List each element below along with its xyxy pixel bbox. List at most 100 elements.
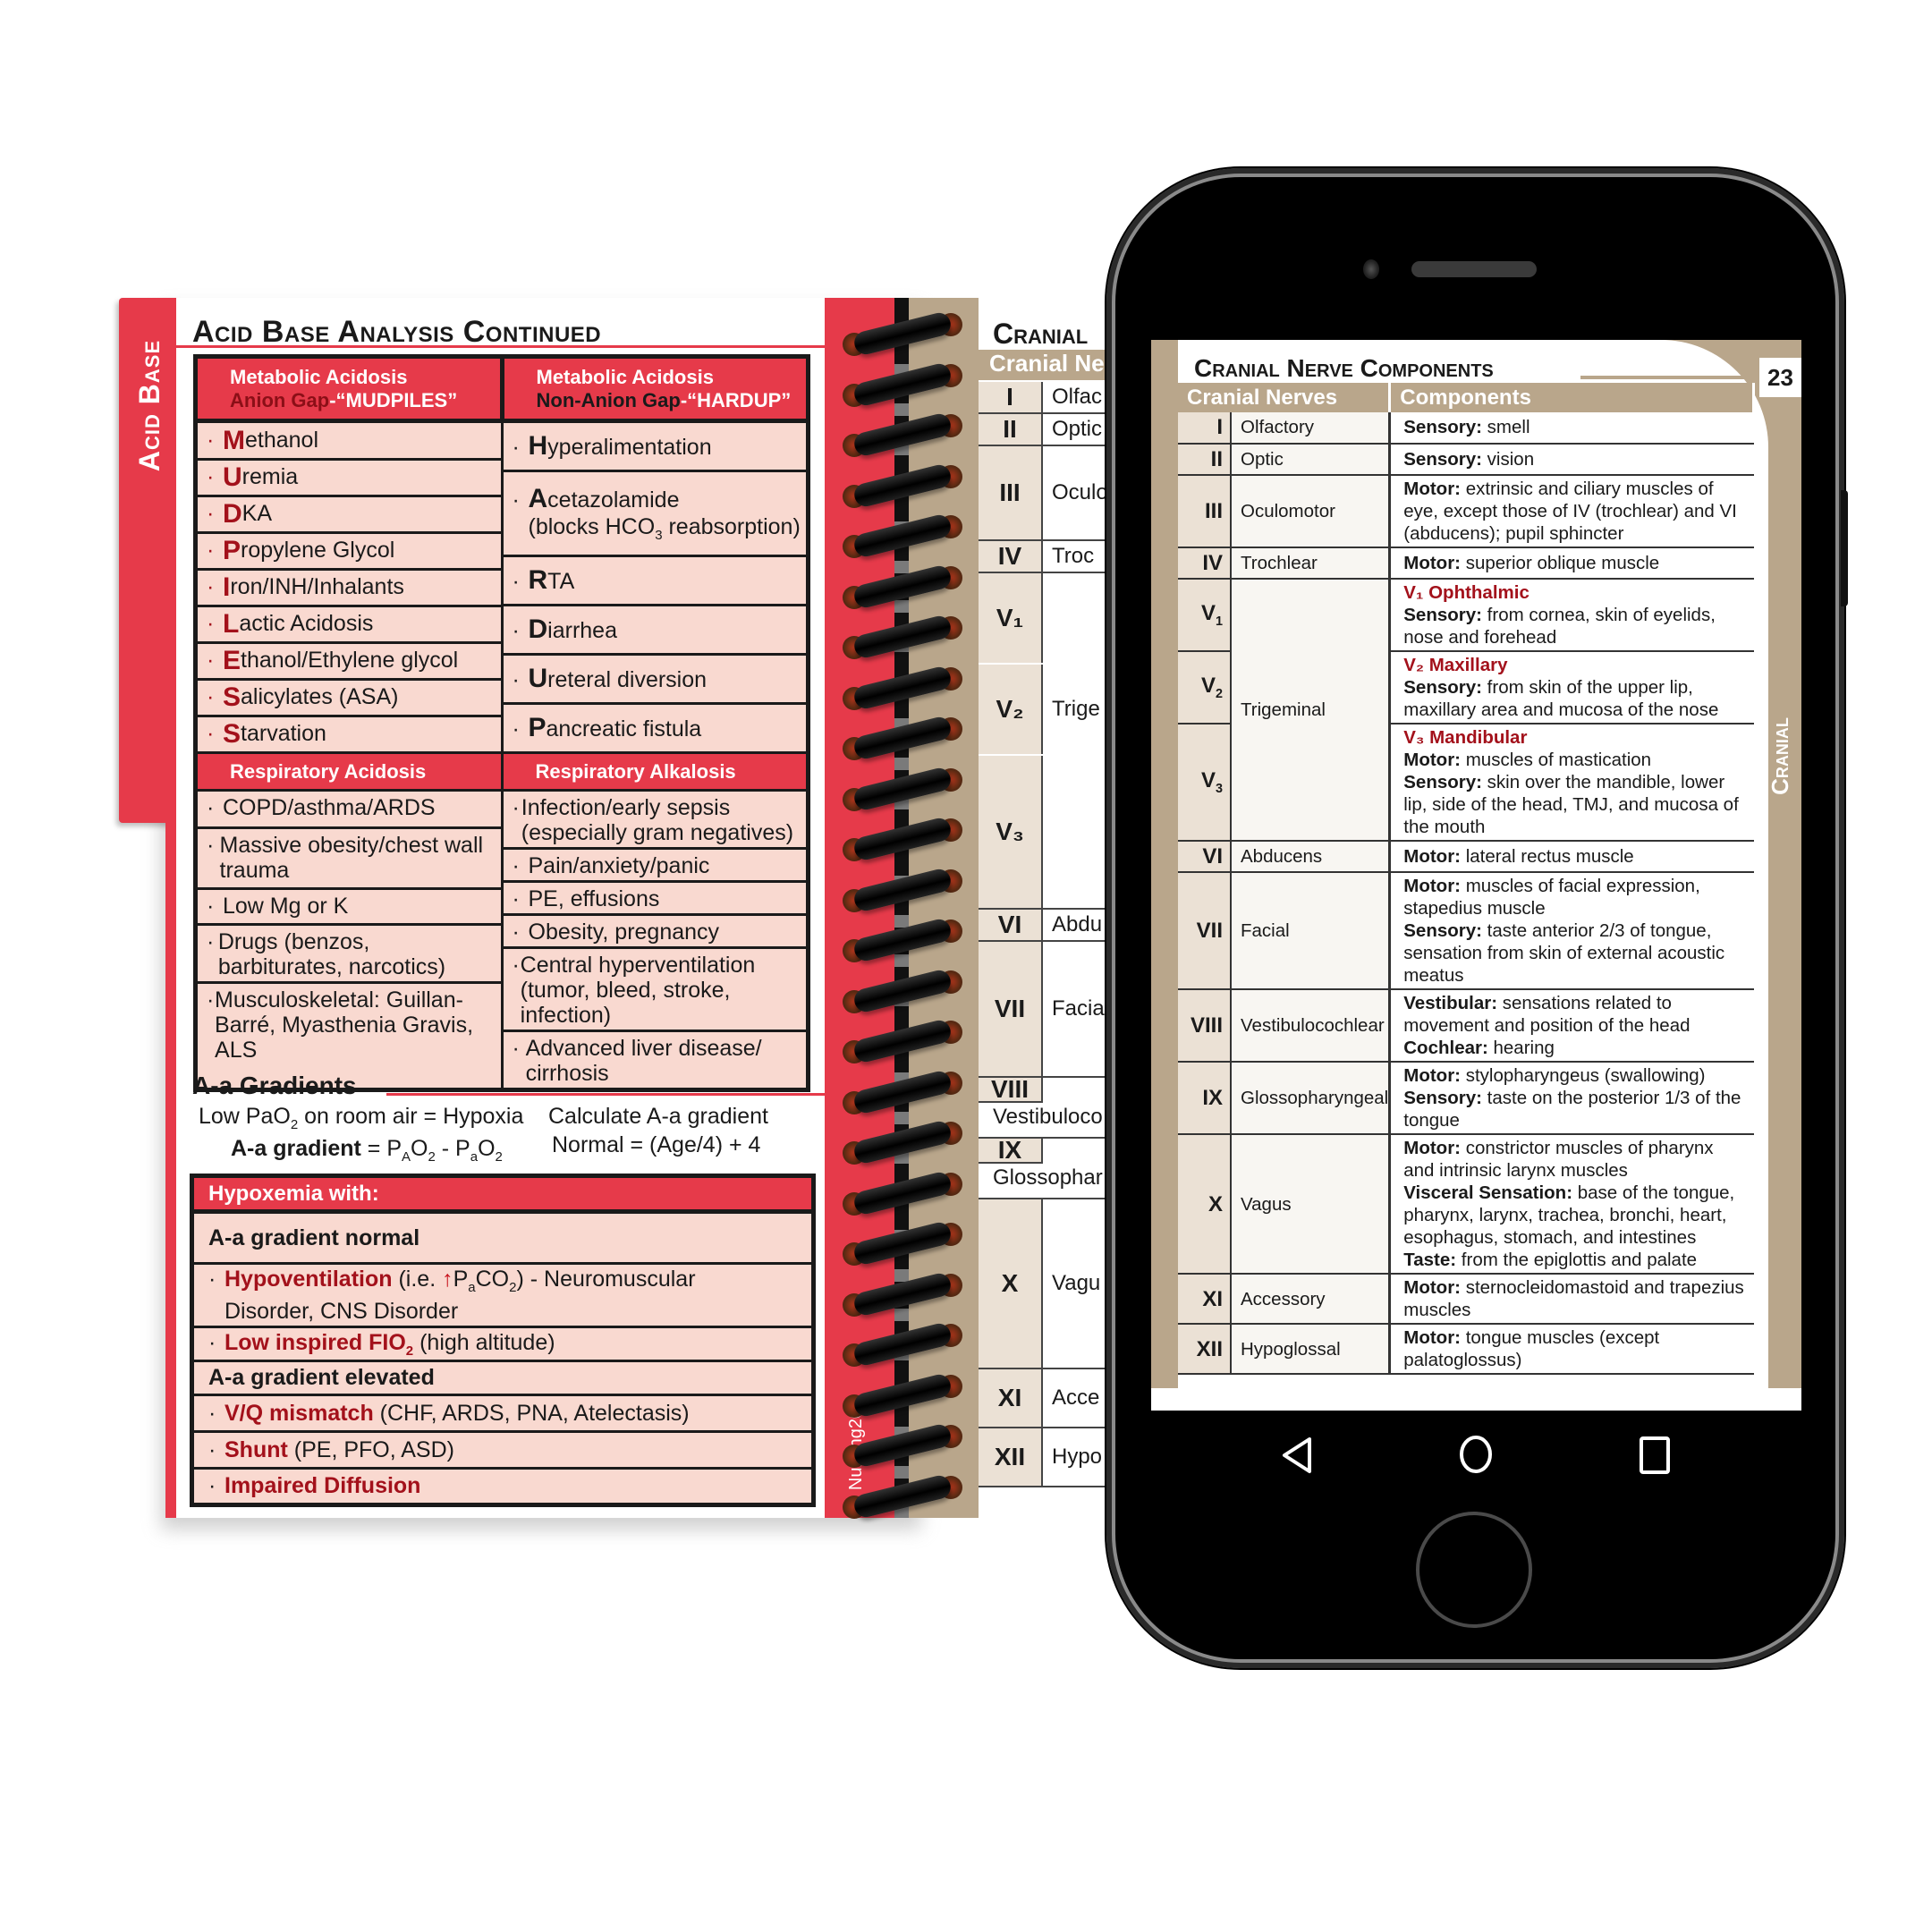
back-page-row: X Vagu (979, 1199, 1113, 1369)
mnemonic-letter: U (528, 664, 548, 693)
nerve-components: V₁ Ophthalmic Sensory: from cornea, skin … (1389, 579, 1754, 653)
bullet: · (207, 929, 215, 954)
respiratory-item: · PE, effusions (503, 883, 806, 916)
low-pao2-line: Low PaO2 on room air = Hypoxia (199, 1104, 524, 1132)
nerve-name: Troc (1052, 544, 1095, 568)
component-text: vision (1481, 448, 1535, 470)
elevated-item: · Impaired Diffusion (190, 1467, 816, 1507)
nerve-name: Abdu (1052, 912, 1103, 936)
component-label: Motor: (1403, 1277, 1462, 1299)
item-text: reteral diversion (547, 667, 708, 692)
screen-title-underline (1580, 376, 1759, 379)
nerve-components: Motor: lateral rectus muscle (1389, 841, 1754, 874)
bullet: · (207, 538, 215, 563)
item-text: Musculoskeletal: Guillan-Barré, Myasthen… (215, 987, 474, 1063)
component-label: Sensory: (1403, 772, 1482, 793)
mnemonic-letter: S (223, 682, 242, 712)
up-arrow-icon: ↑ (442, 1267, 453, 1292)
nerve-name: Accessory (1231, 1274, 1392, 1326)
back-page-header: Cranial Ne (979, 350, 1113, 380)
nerve-name: Facia (1052, 996, 1105, 1021)
item-text: COPD/asthma/ARDS (223, 795, 436, 820)
cranial-nerve-row: XII Hypoglossal Motor: tongue muscles (exc… (1178, 1324, 1754, 1376)
component-line: Taste: from the epiglottis and palate (1403, 1249, 1748, 1271)
bullet: · (512, 953, 520, 978)
component-line: Sensory: taste on the posterior 1/3 of t… (1403, 1087, 1748, 1131)
back-page-row: II Optic (979, 414, 1113, 446)
back-page-row: I Olfac (979, 382, 1113, 414)
nerve-number: VIII (979, 1075, 1043, 1103)
back-page-title: Cranial (993, 318, 1089, 350)
cranial-nerve-row: IX Glossopharyngeal Motor: stylopharyngeus… (1178, 1062, 1754, 1136)
item-text: TA (547, 569, 575, 594)
item-text: thanol/Ethylene glycol (241, 648, 459, 673)
back-page-row: III Oculo (979, 446, 1113, 541)
mnemonic-letter: I (223, 572, 231, 602)
nerve-name: Oculomotor (1231, 474, 1392, 548)
nerve-name: Hypoglossal (1231, 1324, 1392, 1376)
square-recents-icon[interactable] (1639, 1436, 1671, 1475)
component-label: Sensory: (1403, 417, 1482, 438)
power-button[interactable] (1841, 490, 1848, 606)
cranial-nerve-row: II Optic Sensory: vision (1178, 443, 1754, 476)
item-text: alicylates (ASA) (241, 684, 399, 709)
mnemonic-letter: U (223, 462, 242, 492)
nerve-name: Vestibulocochlear (1231, 989, 1392, 1063)
nerve-name: Olfactory (1231, 412, 1392, 445)
item-text: ethanol (245, 428, 319, 453)
hardup-item: · Hyperalimentation (503, 423, 806, 472)
item-text: Infection/early sepsis (especially gram … (521, 795, 794, 845)
cranial-nerve-table: Cranial Nerves Components I Olfactory Sens… (1178, 383, 1755, 1376)
nerve-components: Motor: muscles of facial expression, sta… (1389, 872, 1754, 991)
nerve-name: Olfac (1052, 385, 1103, 409)
resp-acidosis-column: · COPD/asthma/ARDS · Massive obesity/chest … (193, 789, 504, 1092)
nerve-number: XII (979, 1428, 1043, 1486)
component-text: lateral rectus muscle (1461, 846, 1634, 868)
mnemonic-letter: R (528, 565, 548, 595)
circle-home-icon[interactable] (1458, 1434, 1494, 1475)
elevated-item: · V/Q mismatch (CHF, ARDS, PNA, Atelectas… (190, 1394, 816, 1433)
bullet: · (207, 611, 215, 636)
nerve-components: Motor: tongue muscles (except palatoglos… (1389, 1324, 1754, 1376)
back-page-row: V₁ (979, 573, 1113, 663)
bullet: · (207, 574, 215, 599)
nerve-name: Acce (1052, 1385, 1100, 1410)
back-page-row: XII Hypo (979, 1428, 1113, 1487)
phone-screen[interactable]: Cranial Nerve Components 23 Cranial Cran… (1151, 340, 1801, 1411)
nerve-components: Sensory: smell (1389, 412, 1754, 445)
hypoventilation-label: Hypoventilation (225, 1267, 393, 1292)
nerve-number: VI (1178, 841, 1232, 874)
normal-formula: Normal = (Age/4) + 4 (552, 1132, 761, 1157)
hypovent-text-a: (i.e. (392, 1267, 443, 1292)
nerve-name: Trigeminal (1231, 579, 1392, 843)
mnemonic-letter: D (223, 498, 242, 529)
nerve-components: V₃ Mandibular Motor: muscles of masticati… (1389, 724, 1754, 843)
item-text: ancreatic fistula (546, 716, 702, 741)
non-anion-gap-header: Metabolic Acidosis Non-Anion Gap-“HARDUP… (499, 354, 810, 423)
item-extra-end: reabsorption) (662, 514, 801, 539)
anion-gap-label: Anion Gap (230, 388, 330, 411)
nerve-number: IX (979, 1136, 1043, 1164)
respiratory-item: · Advanced liver disease/ cirrhosis (504, 1032, 807, 1088)
diffusion-label: Impaired Diffusion (225, 1473, 421, 1498)
hypoventilation-item: · Hypoventilation (i.e. ↑PaCO2) - Neuromu… (190, 1262, 816, 1328)
aa-gradients-heading: A-a Gradients (192, 1072, 357, 1099)
nerve-components: Sensory: vision (1389, 443, 1754, 476)
bullet: · (207, 684, 215, 709)
home-button[interactable] (1416, 1512, 1532, 1628)
component-label: Motor: (1403, 876, 1462, 897)
shunt-label: Shunt (225, 1436, 288, 1462)
bullet: · (207, 501, 215, 526)
mnemonic-letter: E (223, 645, 242, 675)
cranial-side-tab[interactable]: Cranial (1759, 644, 1801, 868)
triangle-back-icon[interactable] (1279, 1436, 1315, 1475)
component-label: Motor: (1403, 478, 1462, 499)
nerve-name: Vestibuloco (993, 1105, 1103, 1129)
item-text: iarrhea (547, 618, 617, 643)
nerve-number: II (979, 414, 1043, 445)
nerve-number: V1 (1178, 579, 1232, 653)
item-text: tarvation (241, 721, 326, 746)
bullet: · (512, 853, 520, 878)
component-line: Motor: lateral rectus muscle (1403, 845, 1748, 868)
vq-label: V/Q mismatch (225, 1400, 374, 1426)
